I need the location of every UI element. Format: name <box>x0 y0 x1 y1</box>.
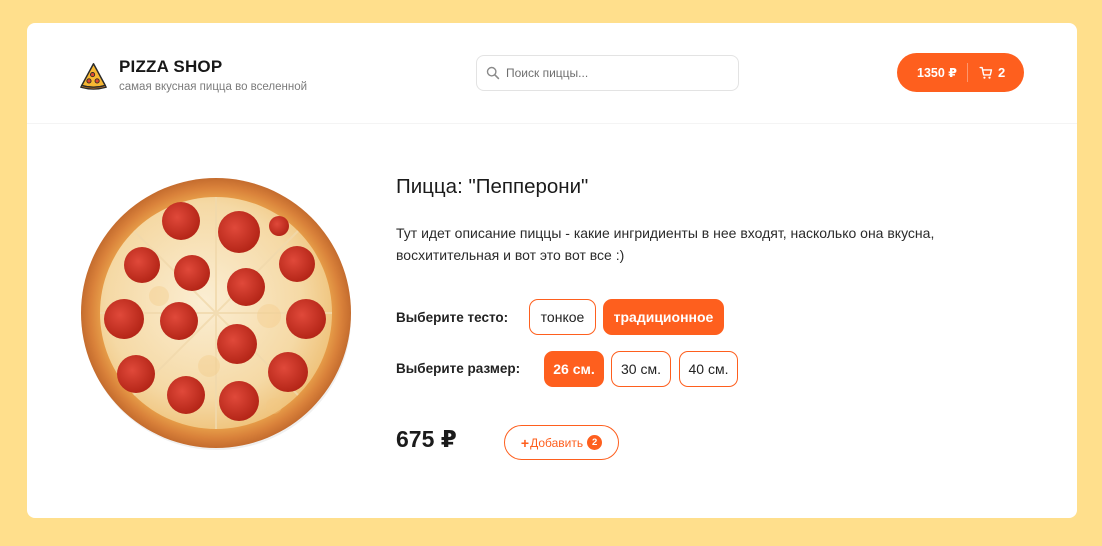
search-input[interactable] <box>506 66 726 80</box>
size-option-26[interactable]: 26 см. <box>544 351 604 387</box>
product-description: Тут идет описание пиццы - какие ингридие… <box>396 225 935 263</box>
pizza-slice-icon <box>80 62 107 90</box>
cart-total: 1350 ₽ <box>917 66 957 80</box>
cart-icon <box>979 66 993 79</box>
add-to-cart-button[interactable]: + Добавить 2 <box>504 425 619 460</box>
size-label: Выберите размер: <box>396 361 521 376</box>
add-label: Добавить <box>530 435 584 450</box>
search-box <box>476 55 739 91</box>
pizza-image <box>81 178 351 450</box>
cart-button[interactable]: 1350 ₽ 2 <box>897 53 1024 92</box>
header: PIZZA SHOP самая вкусная пицца во вселен… <box>27 23 1077 124</box>
cart-count: 2 <box>998 65 1006 80</box>
plus-icon: + <box>520 434 530 451</box>
add-count-badge: 2 <box>587 435 603 450</box>
product-price: 675 ₽ <box>396 426 457 452</box>
search-icon <box>486 66 500 80</box>
size-option-40[interactable]: 40 см. <box>679 351 738 387</box>
logo-subtitle: самая вкусная пицца во вселенной <box>119 81 308 93</box>
dough-label: Выберите тесто: <box>396 310 509 325</box>
dough-option-thin[interactable]: тонкое <box>529 299 596 335</box>
cart-divider <box>967 63 968 82</box>
product-title: Пицца: "Пепперони" <box>396 175 589 198</box>
dough-option-traditional[interactable]: традиционное <box>603 299 724 335</box>
logo[interactable]: PIZZA SHOP самая вкусная пицца во вселен… <box>79 57 307 94</box>
size-option-30[interactable]: 30 см. <box>611 351 671 387</box>
page-card: PIZZA SHOP самая вкусная пицца во вселен… <box>27 23 1077 518</box>
logo-title: PIZZA SHOP <box>119 57 223 76</box>
